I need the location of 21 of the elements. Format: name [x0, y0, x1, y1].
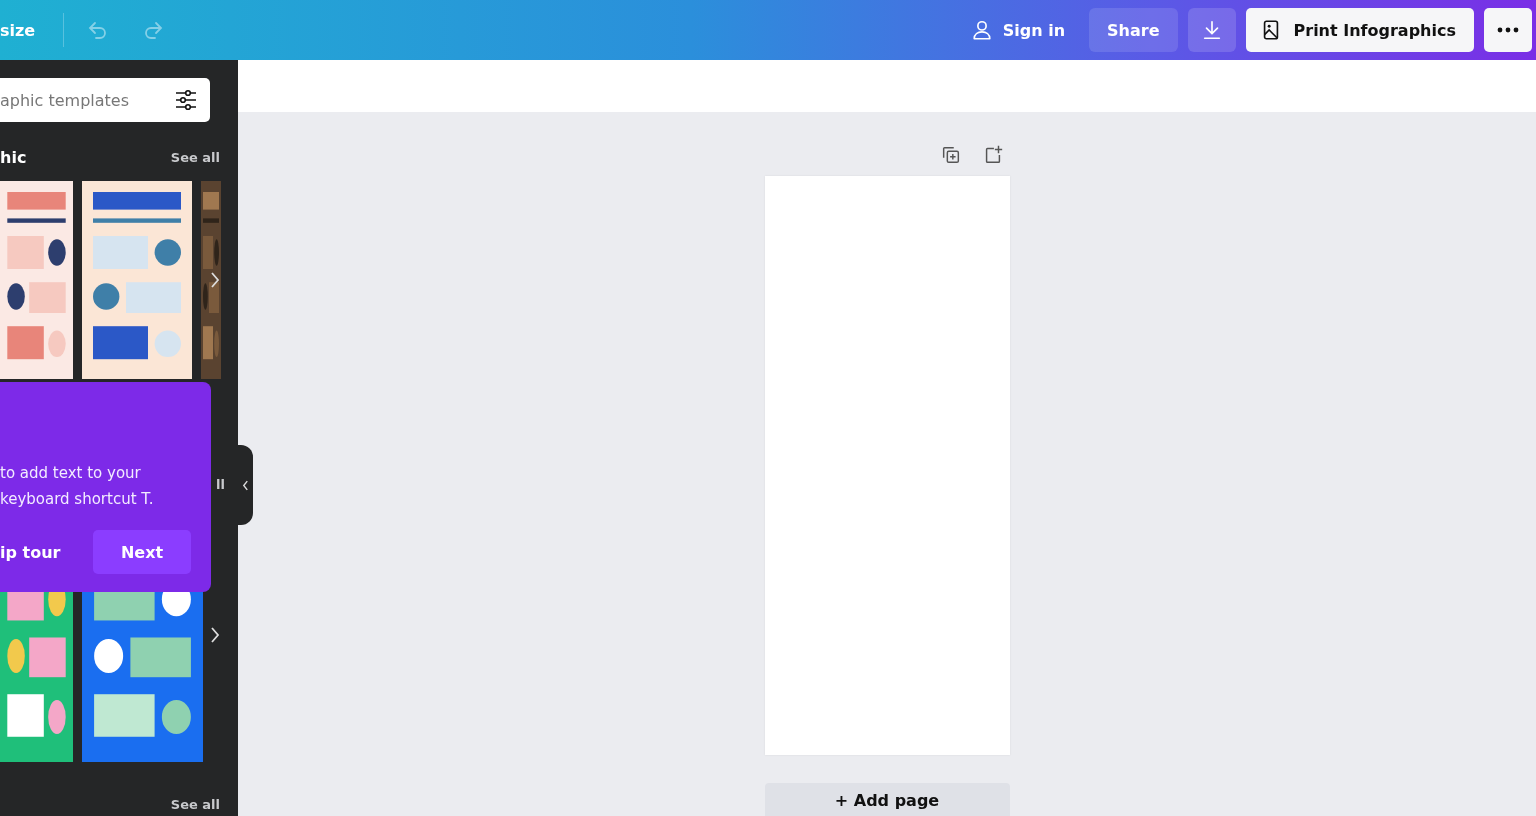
- add-page-button[interactable]: + Add page: [764, 783, 1010, 816]
- next-button[interactable]: Next: [93, 530, 191, 574]
- tooltip-text: to add text to your keyboard shortcut T.: [0, 463, 155, 510]
- skip-tour-button[interactable]: ip tour: [0, 542, 61, 562]
- see-all-link[interactable]: See all: [170, 796, 220, 812]
- search-field[interactable]: aphic templates: [0, 78, 210, 122]
- filter-icon[interactable]: [174, 88, 198, 112]
- chevron-right-icon[interactable]: [210, 270, 220, 289]
- see-all-link[interactable]: See all: [170, 150, 220, 166]
- print-button[interactable]: Print Infographics: [1245, 8, 1474, 52]
- see-all-link[interactable]: ll: [216, 476, 225, 492]
- sign-in-button[interactable]: Sign in: [952, 8, 1080, 52]
- download-button[interactable]: [1187, 8, 1236, 52]
- more-button[interactable]: [1484, 8, 1532, 52]
- collapse-handle[interactable]: [238, 445, 253, 525]
- chevron-left-icon: [242, 479, 249, 491]
- section-title: hic: [0, 148, 27, 168]
- more-icon: [1496, 26, 1520, 34]
- person-icon: [970, 19, 993, 41]
- share-button[interactable]: Share: [1089, 8, 1178, 52]
- chevron-right-icon[interactable]: [210, 625, 220, 644]
